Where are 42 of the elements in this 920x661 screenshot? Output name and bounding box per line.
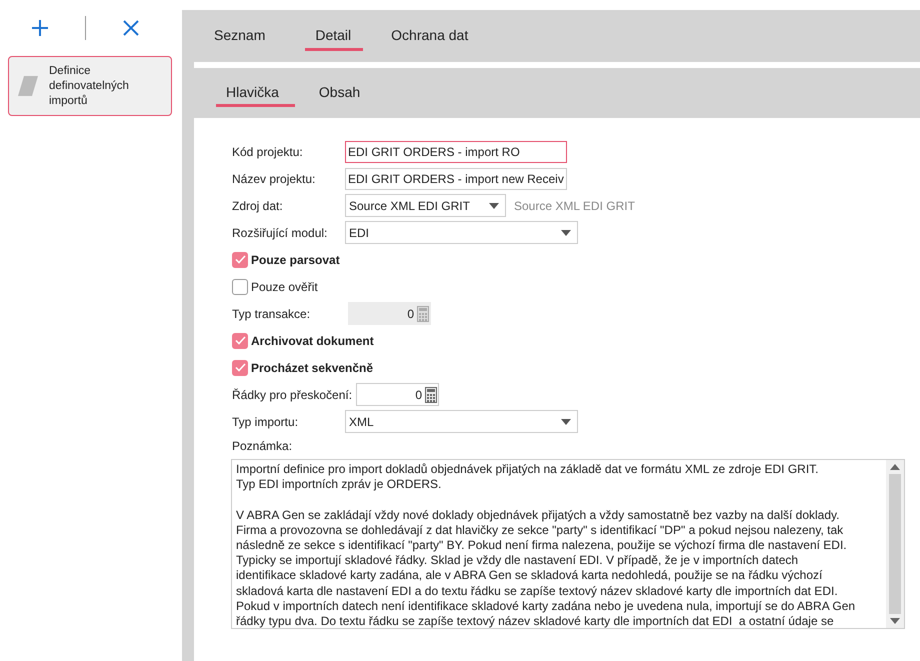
tab[interactable]: Seznam — [214, 10, 292, 62]
caret-icon — [489, 202, 499, 208]
checkmark-icon — [234, 336, 246, 345]
dropdown[interactable]: Source XML EDI GRIT — [345, 194, 506, 217]
calculator-icon[interactable] — [425, 386, 438, 402]
field-label: Kód projektu: — [232, 144, 304, 158]
scroll-down-icon[interactable] — [890, 618, 900, 624]
field-label: Typ transakce: — [232, 306, 312, 320]
field-hint: Source XML EDI GRIT — [514, 198, 635, 212]
note-text: Importní definice pro import dokladů objednávek přijatých na základě dat ve formátu XML ze zdroje EDI GRIT. Typ EDI importních zpráv je ORDERS. V ABRA Gen se zakládají vždy nové doklady objednávek přijatých a vždy samostatně bez vazby na další doklady. Firma a provozovna se dohledávají z dat hlavičky ze sekce "party" s identifikací "DP" a pokud nejsou nalezeny, tak následně ze sekce s identifikací "party" BY. Pokud není firma nalezena, použije se výchozí firma dle nastavení EDI. Typicky se importují skladové řádky. Sklad je vždy dle nastavení EDI. V případě, že je v importních datech identifikace skladové karty zadána, ale v ABRA Gen se skladová karta nedohledá, použije se na řádku výchozí skladová karta dle nastavení EDI a do textu řádku se zapíše textový název skladové karty dle importních dat EDI. Pokud v importních datech není identifikace skladové karty zadána nebo je uvedena nula, importují se do ABRA Gen řádky typu dva. Do textu řádku se zapíše textový název skladové karty dle importních dat EDI a ostatní údaje se — [235, 461, 856, 628]
checkbox[interactable] — [232, 360, 248, 376]
parallelogram-icon — [17, 75, 39, 97]
checkbox-label: Pouze ověřit — [251, 280, 318, 294]
number-field[interactable]: 0 — [356, 383, 440, 406]
field-label: Rozšiřující modul: — [232, 226, 328, 240]
dropdown[interactable]: XML — [345, 410, 578, 433]
checkbox-label: Procházet sekvenčně — [251, 360, 374, 374]
checkmark-icon — [234, 255, 246, 264]
caret-icon — [561, 418, 571, 424]
scroll-up-icon[interactable] — [890, 464, 900, 470]
text-field[interactable]: EDI GRIT ORDERS - import new Receiv — [345, 168, 567, 190]
checkmark-icon — [234, 363, 246, 372]
sidebar-item-label: Definice definovatelných importů — [49, 64, 130, 108]
checkbox[interactable] — [232, 252, 248, 268]
caret-icon — [561, 230, 571, 236]
tab[interactable]: Hlavička — [216, 68, 309, 118]
scrollbar[interactable] — [886, 460, 904, 628]
field-label: Název projektu: — [232, 172, 316, 186]
checkbox-label: Archivovat dokument — [251, 334, 374, 348]
tab[interactable]: Obsah — [318, 68, 390, 118]
field-label: Zdroj dat: — [232, 198, 284, 212]
text-field[interactable]: EDI GRIT ORDERS - import RO — [345, 140, 567, 162]
field-label: Řádky pro přeskočení: — [232, 388, 352, 402]
checkbox-label: Pouze parsovat — [251, 252, 340, 266]
tab[interactable]: Ochrana dat — [391, 10, 494, 62]
tab[interactable]: Detail — [305, 10, 378, 62]
checkbox[interactable] — [232, 332, 248, 348]
dropdown[interactable]: EDI — [345, 221, 578, 244]
checkbox[interactable] — [232, 278, 248, 294]
field-label: Poznámka: — [232, 439, 294, 453]
sidebar-item[interactable]: Definice definovatelných importů — [8, 56, 172, 116]
field-label: Typ importu: — [232, 414, 300, 428]
